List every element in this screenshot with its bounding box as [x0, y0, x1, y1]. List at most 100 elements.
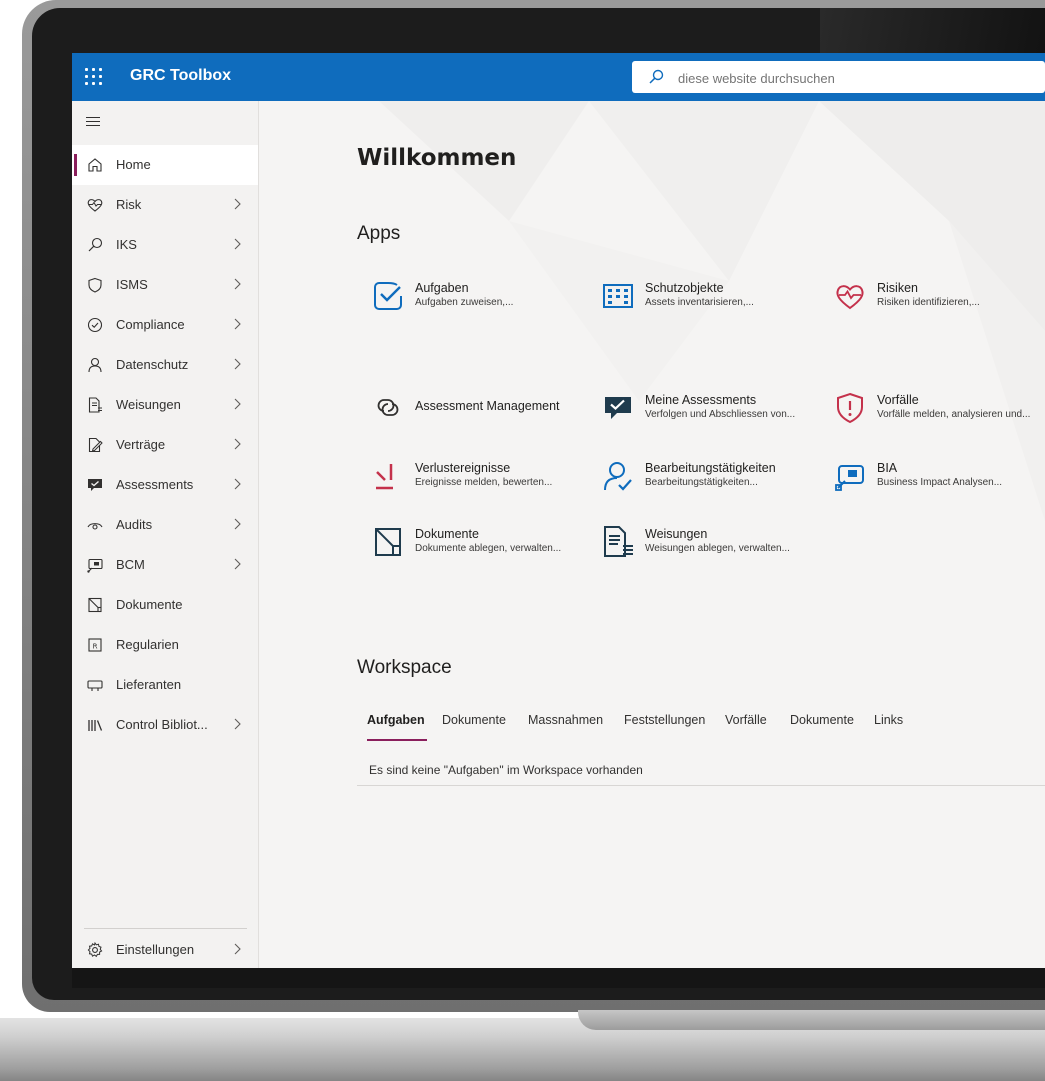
app-description: Business Impact Analysen... — [877, 477, 1003, 488]
tab-massnahmen[interactable]: Massnahmen — [528, 713, 603, 736]
check-circle-icon — [87, 317, 103, 333]
gear-icon — [87, 941, 103, 958]
site-search[interactable] — [632, 61, 1045, 95]
document-edit-icon — [88, 437, 103, 453]
sidebar-item-label: Dokumente — [116, 597, 183, 612]
left-navigation: Home Risk IKS ISMS Compliance Datenschut… — [72, 101, 259, 968]
tab-dokumente-2[interactable]: Dokumente — [790, 713, 854, 736]
chevron-right-icon[interactable] — [232, 717, 242, 731]
app-tile-risiken[interactable]: Risiken Risiken identifizieren,... — [833, 279, 1045, 323]
screen: GRC Toolbox Home — [72, 53, 1045, 968]
document-icon — [88, 597, 102, 613]
tab-dokumente[interactable]: Dokumente — [442, 713, 506, 736]
sidebar-item-audits[interactable]: Audits — [72, 505, 258, 545]
sidebar-item-einstellungen[interactable]: Einstellungen — [72, 930, 258, 968]
app-tile-aufgaben[interactable]: Aufgaben Aufgaben zuweisen,... — [371, 279, 597, 323]
sidebar-item-datenschutz[interactable]: Datenschutz — [72, 345, 258, 385]
app-title[interactable]: GRC Toolbox — [130, 67, 231, 85]
active-tab-indicator — [367, 739, 427, 741]
workspace-heading: Workspace — [357, 657, 452, 678]
sidebar-item-label: Risk — [116, 197, 142, 212]
regulation-icon: R — [88, 638, 102, 652]
shield-icon — [88, 277, 102, 293]
app-tile-bearbeitungstaetigkeiten[interactable]: Bearbeitungstätigkeiten Bearbeitungstäti… — [601, 459, 827, 503]
app-name: Aufgaben — [415, 281, 469, 295]
sidebar-item-iks[interactable]: IKS — [72, 225, 258, 265]
search-input[interactable] — [676, 61, 1020, 95]
chevron-right-icon[interactable] — [232, 942, 242, 956]
sidebar-item-label: Audits — [116, 517, 153, 532]
app-description: Assets inventarisieren,... — [645, 297, 754, 308]
sidebar-item-label: Assessments — [116, 477, 194, 492]
app-tile-schutzobjekte[interactable]: Schutzobjekte Assets inventarisieren,... — [601, 279, 827, 323]
collapse-menu-icon[interactable] — [86, 117, 100, 127]
sidebar-item-label: Compliance — [116, 317, 185, 332]
app-name: BIA — [877, 461, 898, 475]
chevron-right-icon[interactable] — [232, 397, 242, 411]
sidebar-item-weisungen[interactable]: Weisungen — [72, 385, 258, 425]
document-list-icon — [88, 397, 102, 413]
app-tile-weisungen[interactable]: Weisungen Weisungen ablegen, verwalten..… — [601, 525, 827, 569]
tab-vorfaelle[interactable]: Vorfälle — [725, 713, 767, 736]
link-icon — [377, 399, 399, 416]
background-pattern — [379, 101, 1045, 521]
sidebar-item-compliance[interactable]: Compliance — [72, 305, 258, 345]
sidebar-item-lieferanten[interactable]: Lieferanten — [72, 665, 258, 705]
search-icon — [649, 69, 664, 84]
sidebar-item-isms[interactable]: ISMS — [72, 265, 258, 305]
search-icon — [88, 237, 103, 252]
tab-links[interactable]: Links — [874, 713, 903, 736]
app-tile-assessment-management[interactable]: Assessment Management — [371, 391, 597, 435]
chevron-right-icon[interactable] — [232, 437, 242, 451]
chevron-right-icon[interactable] — [232, 277, 242, 291]
svg-text:R: R — [93, 643, 98, 651]
loss-event-icon — [376, 464, 393, 490]
app-tile-dokumente[interactable]: Dokumente Dokumente ablegen, verwalten..… — [371, 525, 597, 569]
chevron-right-icon[interactable] — [232, 317, 242, 331]
library-icon — [88, 720, 103, 731]
app-tile-verlustereignisse[interactable]: Verlustereignisse Ereignisse melden, bew… — [371, 459, 597, 503]
laptop-hinge — [578, 1010, 1045, 1030]
main-content: Willkommen Apps Aufgaben Aufgaben zuweis… — [259, 101, 1045, 968]
app-tile-vorfaelle[interactable]: Vorfälle Vorfälle melden, analysieren un… — [833, 391, 1045, 435]
apps-heading: Apps — [357, 223, 401, 244]
sidebar-item-label: Home — [116, 157, 151, 172]
active-indicator — [74, 154, 77, 176]
sidebar-item-bcm[interactable]: BCM — [72, 545, 258, 585]
app-description: Bearbeitungstätigkeiten... — [645, 477, 758, 488]
chevron-right-icon[interactable] — [232, 357, 242, 371]
sidebar-item-control-bibliothek[interactable]: Control Bibliot... — [72, 705, 258, 745]
app-launcher-icon[interactable] — [82, 65, 106, 89]
chevron-right-icon[interactable] — [232, 557, 242, 571]
bezel-bottom — [72, 968, 1045, 988]
chevron-right-icon[interactable] — [232, 237, 242, 251]
sidebar-item-label: Weisungen — [116, 397, 181, 412]
chevron-right-icon[interactable] — [232, 197, 242, 211]
app-description: Ereignisse melden, bewerten... — [415, 477, 553, 488]
sidebar-item-label: IKS — [116, 237, 137, 252]
chevron-right-icon[interactable] — [232, 517, 242, 531]
sidebar-item-assessments[interactable]: Assessments — [72, 465, 258, 505]
heart-pulse-icon — [836, 285, 864, 310]
chart-board-icon — [87, 558, 103, 573]
sidebar-item-home[interactable]: Home — [72, 145, 258, 185]
shield-alert-icon — [837, 392, 863, 424]
suite-bar: GRC Toolbox — [72, 53, 1045, 101]
sidebar-item-label: BCM — [116, 557, 145, 572]
tab-aufgaben[interactable]: Aufgaben — [367, 713, 425, 736]
app-description: Risiken identifizieren,... — [877, 297, 980, 308]
app-tile-meine-assessments[interactable]: Meine Assessments Verfolgen und Abschlie… — [601, 391, 827, 435]
app-name: Vorfälle — [877, 393, 919, 407]
sidebar-item-risk[interactable]: Risk — [72, 185, 258, 225]
app-description: Vorfälle melden, analysieren und... — [877, 409, 1031, 420]
sidebar-item-regularien[interactable]: R Regularien — [72, 625, 258, 665]
sidebar-item-vertraege[interactable]: Verträge — [72, 425, 258, 465]
tab-feststellungen[interactable]: Feststellungen — [624, 713, 705, 736]
app-tile-bia[interactable]: BIA Business Impact Analysen... — [833, 459, 1045, 503]
app-description: Aufgaben zuweisen,... — [415, 297, 514, 308]
workspace-empty-message: Es sind keine "Aufgaben" im Workspace vo… — [369, 763, 643, 777]
chart-board-icon — [835, 465, 864, 491]
chevron-right-icon[interactable] — [232, 477, 242, 491]
sidebar-item-dokumente[interactable]: Dokumente — [72, 585, 258, 625]
app-name: Assessment Management — [415, 399, 560, 413]
